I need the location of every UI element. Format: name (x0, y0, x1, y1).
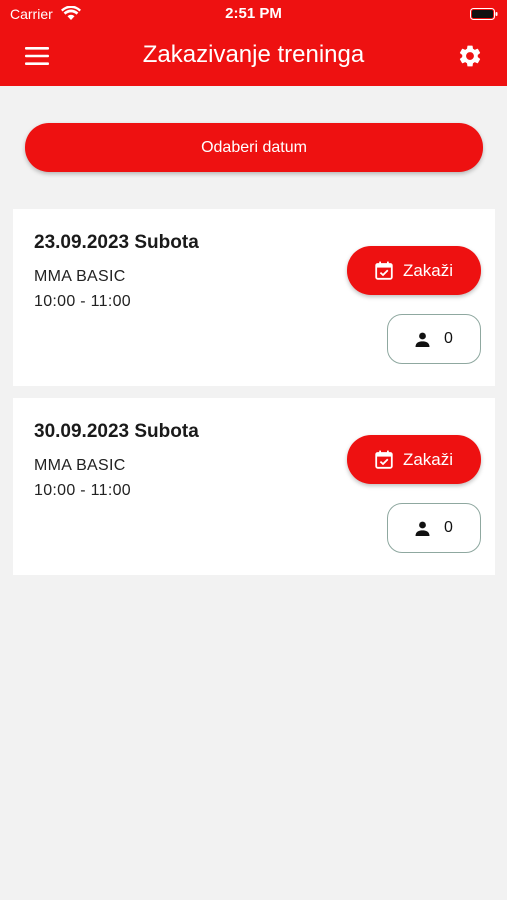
book-button-label: Zakaži (402, 449, 454, 469)
training-time: 10:00 - 11:00 (34, 482, 132, 499)
pick-date-button[interactable]: Odaberi datum (25, 123, 483, 172)
person-icon (415, 521, 430, 536)
participants-count: 0 (444, 330, 453, 347)
status-bar: Carrier 2:51 PM (0, 0, 507, 28)
participants-button[interactable]: 0 (387, 503, 481, 553)
participants-count: 0 (444, 519, 453, 536)
pick-date-label: Odaberi datum (201, 138, 307, 156)
gear-icon (459, 45, 481, 67)
calendar-check-icon (375, 261, 393, 280)
training-card: 30.09.2023 Subota MMA BASIC 10:00 - 11:0… (13, 398, 495, 575)
status-time: 2:51 PM (225, 5, 282, 22)
book-button[interactable]: Zakaži (347, 246, 481, 295)
training-name: MMA BASIC (34, 268, 126, 285)
training-card: 23.09.2023 Subota MMA BASIC 10:00 - 11:0… (13, 209, 495, 386)
page-title: Zakazivanje treninga (142, 41, 365, 68)
training-time: 10:00 - 11:00 (34, 293, 132, 310)
participants-button[interactable]: 0 (387, 314, 481, 364)
app-root: Carrier 2:51 PM Zakazivanje treninga Oda… (0, 0, 507, 900)
book-button-label: Zakaži (402, 260, 454, 280)
battery-icon (470, 8, 498, 20)
training-date: 23.09.2023 Subota (34, 232, 199, 253)
training-date: 30.09.2023 Subota (34, 421, 199, 442)
header: Carrier 2:51 PM Zakazivanje treninga (0, 0, 507, 86)
settings-button[interactable] (451, 38, 489, 74)
calendar-check-icon (375, 450, 393, 469)
person-icon (415, 332, 430, 347)
book-button[interactable]: Zakaži (347, 435, 481, 484)
training-name: MMA BASIC (34, 457, 126, 474)
app-bar: Zakazivanje treninga (0, 28, 507, 86)
